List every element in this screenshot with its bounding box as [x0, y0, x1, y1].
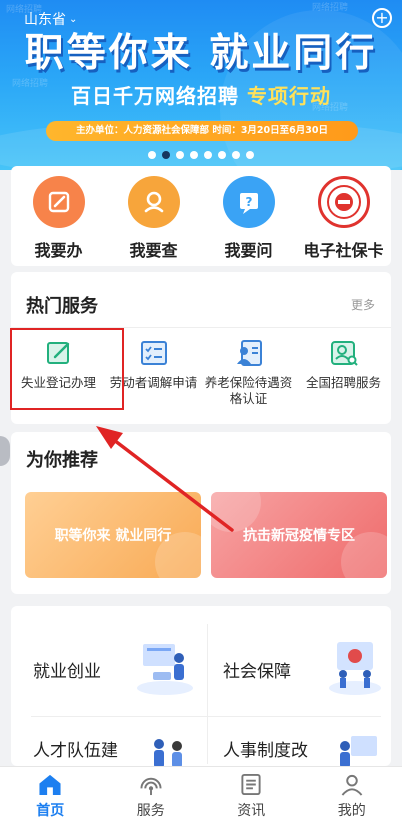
category-talent[interactable]: 人才队伍建	[33, 728, 203, 768]
section-title: 为你推荐	[26, 450, 98, 471]
carousel-dot[interactable]	[162, 151, 170, 159]
person-search-icon	[330, 341, 358, 366]
carousel-dot[interactable]	[176, 151, 184, 159]
tab-label: 资讯	[237, 803, 266, 819]
category-label: 就业创业	[33, 661, 101, 682]
divider	[31, 716, 381, 717]
security-shield-icon	[329, 642, 381, 695]
recommend-card-label: 抗击新冠疫情专区	[243, 528, 355, 544]
reform-icon	[340, 736, 377, 768]
banner-watermark: 网络招聘	[312, 3, 349, 13]
category-grid: 就业创业 社会保障 人才队伍建 人事制度改	[11, 606, 391, 768]
campaign-prefix: 百日千万网络招聘	[71, 84, 240, 108]
more-link[interactable]: 更多	[351, 296, 375, 313]
section-title: 热门服务	[26, 296, 98, 317]
quick-action-label: 我要查	[129, 241, 178, 260]
home-icon	[39, 774, 61, 796]
banner-slogan: 职等你来 就业同行	[24, 31, 378, 76]
svg-text:?: ?	[245, 195, 252, 209]
category-label: 社会保障	[223, 661, 291, 682]
service-national-recruitment[interactable]: 全国招聘服务	[296, 337, 391, 407]
team-icon	[154, 739, 182, 768]
tab-news[interactable]: 资讯	[201, 767, 302, 820]
carousel-indicator[interactable]	[0, 151, 402, 159]
recommend-section: 为你推荐 职等你来 就业同行 抗击新冠疫情专区	[11, 432, 391, 594]
carousel-dot[interactable]	[204, 151, 212, 159]
quick-actions: 我要办 我要查 ? 我要问 电子社保卡	[11, 166, 391, 266]
news-icon	[241, 773, 261, 796]
service-pension-certification[interactable]: 养老保险待遇资格认证	[201, 337, 296, 407]
pen-icon	[32, 176, 85, 228]
tab-label: 首页	[36, 803, 65, 819]
tab-services[interactable]: 服务	[101, 767, 202, 820]
carousel-dot[interactable]	[190, 151, 198, 159]
quick-action-query[interactable]: 我要查	[109, 176, 199, 266]
divider	[207, 624, 208, 764]
category-employment[interactable]: 就业创业	[33, 634, 203, 704]
highlight-box	[10, 328, 124, 410]
checklist-icon	[140, 341, 167, 365]
recommend-card-covid[interactable]: 抗击新冠疫情专区	[211, 492, 387, 578]
campaign-highlight: 专项行动	[246, 84, 331, 108]
bottom-tab-bar: 首页 服务 资讯 我的	[0, 766, 402, 820]
search-person-icon	[127, 176, 180, 228]
quick-action-label: 电子社保卡	[303, 241, 384, 260]
recommend-card-employment[interactable]: 职等你来 就业同行	[25, 492, 201, 578]
quick-action-label: 我要问	[224, 241, 273, 260]
banner-organizer: 主办单位：人力资源社会保障部 时间：3月20日至6月30日	[46, 121, 358, 141]
carousel-dot[interactable]	[246, 151, 254, 159]
business-meeting-icon	[137, 644, 193, 695]
tab-mine[interactable]: 我的	[302, 767, 402, 820]
quick-action-ask[interactable]: ? 我要问	[204, 176, 294, 266]
quick-action-handle[interactable]: 我要办	[14, 176, 104, 266]
carousel-dot[interactable]	[218, 151, 226, 159]
recommend-card-label: 职等你来 就业同行	[54, 528, 172, 544]
signal-icon	[140, 777, 162, 796]
quick-action-ecard[interactable]: 电子社保卡	[299, 176, 389, 266]
banner-campaign: 百日千万网络招聘 专项行动	[0, 80, 402, 109]
carousel-dot[interactable]	[232, 151, 240, 159]
carousel-dot[interactable]	[148, 151, 156, 159]
category-personnel-reform[interactable]: 人事制度改	[223, 728, 383, 768]
tab-label: 服务	[136, 803, 165, 819]
tab-home[interactable]: 首页	[0, 767, 101, 820]
service-label: 养老保险待遇资格认证	[204, 375, 293, 406]
category-label: 人才队伍建	[33, 740, 118, 761]
service-label: 全国招聘服务	[305, 375, 381, 390]
social-security-seal-icon	[317, 176, 370, 228]
tab-label: 我的	[337, 803, 366, 819]
quick-action-label: 我要办	[34, 241, 83, 260]
category-social-security[interactable]: 社会保障	[223, 634, 383, 704]
category-label: 人事制度改	[223, 740, 308, 761]
promo-banner[interactable]: 网络招聘 网络招聘 网络招聘 网络招聘 山东省 ⌄ + 职等你来 就业同行 百日…	[0, 0, 402, 170]
user-icon	[341, 774, 363, 796]
question-icon: ?	[222, 176, 275, 228]
side-drawer-handle[interactable]	[0, 436, 10, 466]
id-card-person-icon	[236, 340, 262, 366]
